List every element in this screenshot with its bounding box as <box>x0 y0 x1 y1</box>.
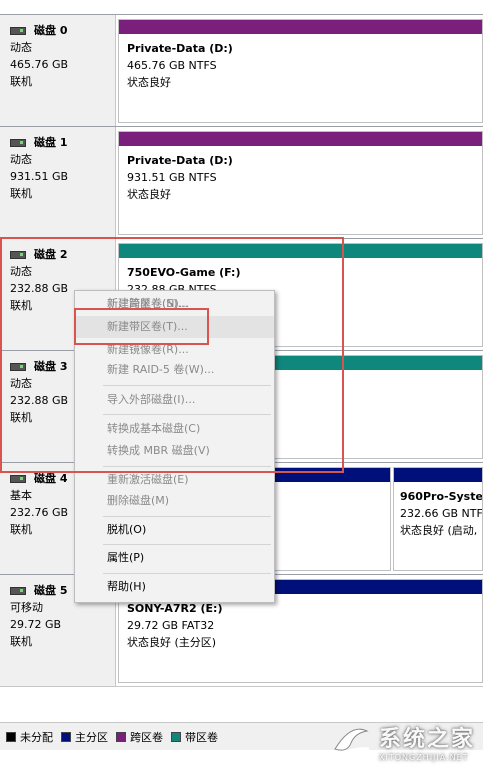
menu-item-properties[interactable]: 属性(P) <box>75 547 274 569</box>
volume-block[interactable]: 960Pro-System 232.66 GB NTFS 状态良好 (启动, <box>393 467 483 571</box>
volume-color-bar <box>119 132 482 146</box>
watermark-text: 系统之家 <box>378 726 475 752</box>
menu-item-reactivate-disk[interactable]: 重新激活磁盘(E) <box>75 469 274 491</box>
volume-status: 状态良好 <box>127 76 171 89</box>
legend-item-spanned: 跨区卷 <box>116 729 163 745</box>
disk-name: 磁盘 0 <box>34 24 68 37</box>
legend-label: 主分区 <box>75 730 108 744</box>
volume-block[interactable]: Private-Data (D:) 931.51 GB NTFS 状态良好 <box>118 131 483 235</box>
menu-separator <box>103 466 271 467</box>
menu-item-new-mirrored-volume[interactable]: 新建镜像卷(R)... <box>75 339 274 361</box>
menu-item-offline[interactable]: 脱机(O) <box>75 519 274 541</box>
legend-label: 跨区卷 <box>130 730 163 744</box>
volume-status: 状态良好 <box>127 188 171 201</box>
hard-disk-icon <box>10 474 26 483</box>
disk-name: 磁盘 1 <box>34 136 68 149</box>
volume-color-bar <box>394 468 482 482</box>
disk-label-0[interactable]: 磁盘 0 动态 465.76 GB 联机 <box>0 15 116 127</box>
menu-item-remove-disk[interactable]: 删除磁盘(M) <box>75 490 274 512</box>
volume-size-fs: 29.72 GB FAT32 <box>127 619 215 632</box>
disk-size: 931.51 GB <box>10 170 69 183</box>
volume-name: Private-Data (D:) <box>127 154 233 167</box>
volume-status: 状态良好 (启动, <box>400 524 478 537</box>
list-bottom-divider <box>0 686 483 687</box>
legend-swatch <box>116 731 126 742</box>
disk-type: 动态 <box>10 153 32 166</box>
volume-color-bar <box>119 244 482 258</box>
disk-row-0[interactable]: 磁盘 0 动态 465.76 GB 联机 Private-Data (D:) 4… <box>0 14 483 127</box>
legend-label: 未分配 <box>20 730 53 744</box>
hard-disk-icon <box>10 362 26 371</box>
disk-label-1[interactable]: 磁盘 1 动态 931.51 GB 联机 <box>0 127 116 239</box>
menu-separator <box>103 414 271 415</box>
menu-separator <box>103 516 271 517</box>
legend-swatch <box>171 731 181 742</box>
volume-size-fs: 931.51 GB NTFS <box>127 171 217 184</box>
menu-item-help[interactable]: 帮助(H) <box>75 576 274 598</box>
legend-item-unallocated: 未分配 <box>6 729 53 745</box>
volume-name: Private-Data (D:) <box>127 42 233 55</box>
disk-size: 465.76 GB <box>10 58 69 71</box>
hard-disk-icon <box>10 586 26 595</box>
menu-item-convert-to-basic[interactable]: 转换成基本磁盘(C) <box>75 418 274 440</box>
legend-swatch <box>61 731 71 742</box>
hard-disk-icon <box>10 26 26 35</box>
volume-status: 状态良好 (主分区) <box>127 636 217 649</box>
legend-swatch <box>6 731 16 742</box>
legend-label: 带区卷 <box>185 730 218 744</box>
volume-color-bar <box>119 20 482 34</box>
site-watermark: 系统之家 XITONGZHIJIA.NET <box>329 719 475 763</box>
watermark-subtext: XITONGZHIJIA.NET <box>378 752 469 762</box>
disk-name: 磁盘 5 <box>34 584 68 597</box>
volume-size-fs: 232.66 GB NTFS <box>400 507 483 520</box>
menu-item-import-foreign-disks[interactable]: 导入外部磁盘(I)... <box>75 389 274 411</box>
watermark-logo-icon <box>334 728 370 757</box>
menu-item-convert-to-mbr[interactable]: 转换成 MBR 磁盘(V) <box>75 440 274 462</box>
legend-item-primary: 主分区 <box>61 729 108 745</box>
volume-name: 960Pro-System <box>400 490 483 503</box>
menu-separator <box>103 573 271 574</box>
context-menu: 新建简单卷(S)... 新建跨区卷(N)... 新建带区卷(T)... 新建镜像… <box>74 290 275 603</box>
disk-row-1[interactable]: 磁盘 1 动态 931.51 GB 联机 Private-Data (D:) 9… <box>0 126 483 239</box>
menu-item-new-striped-volume[interactable]: 新建带区卷(T)... <box>75 316 274 338</box>
menu-separator <box>103 544 271 545</box>
disk-name: 磁盘 4 <box>34 472 68 485</box>
disk-name: 磁盘 2 <box>34 248 68 261</box>
hard-disk-icon <box>10 138 26 147</box>
disk-status: 联机 <box>10 75 32 88</box>
disk-size: 29.72 GB <box>10 618 62 631</box>
hard-disk-icon <box>10 250 26 259</box>
menu-separator <box>103 385 271 386</box>
legend-item-striped: 带区卷 <box>171 729 218 745</box>
volume-size-fs: 465.76 GB NTFS <box>127 59 217 72</box>
volume-block[interactable]: Private-Data (D:) 465.76 GB NTFS 状态良好 <box>118 19 483 123</box>
disk-status: 联机 <box>10 635 32 648</box>
disk-type: 动态 <box>10 265 32 278</box>
menu-item-new-spanned-volume[interactable]: 新建跨区卷(N)... <box>75 293 274 315</box>
disk-name: 磁盘 3 <box>34 360 68 373</box>
disk-status: 联机 <box>10 187 32 200</box>
menu-item-new-raid5-volume[interactable]: 新建 RAID-5 卷(W)... <box>75 359 274 381</box>
volume-name: 750EVO-Game (F:) <box>127 266 241 279</box>
disk-type: 动态 <box>10 41 32 54</box>
